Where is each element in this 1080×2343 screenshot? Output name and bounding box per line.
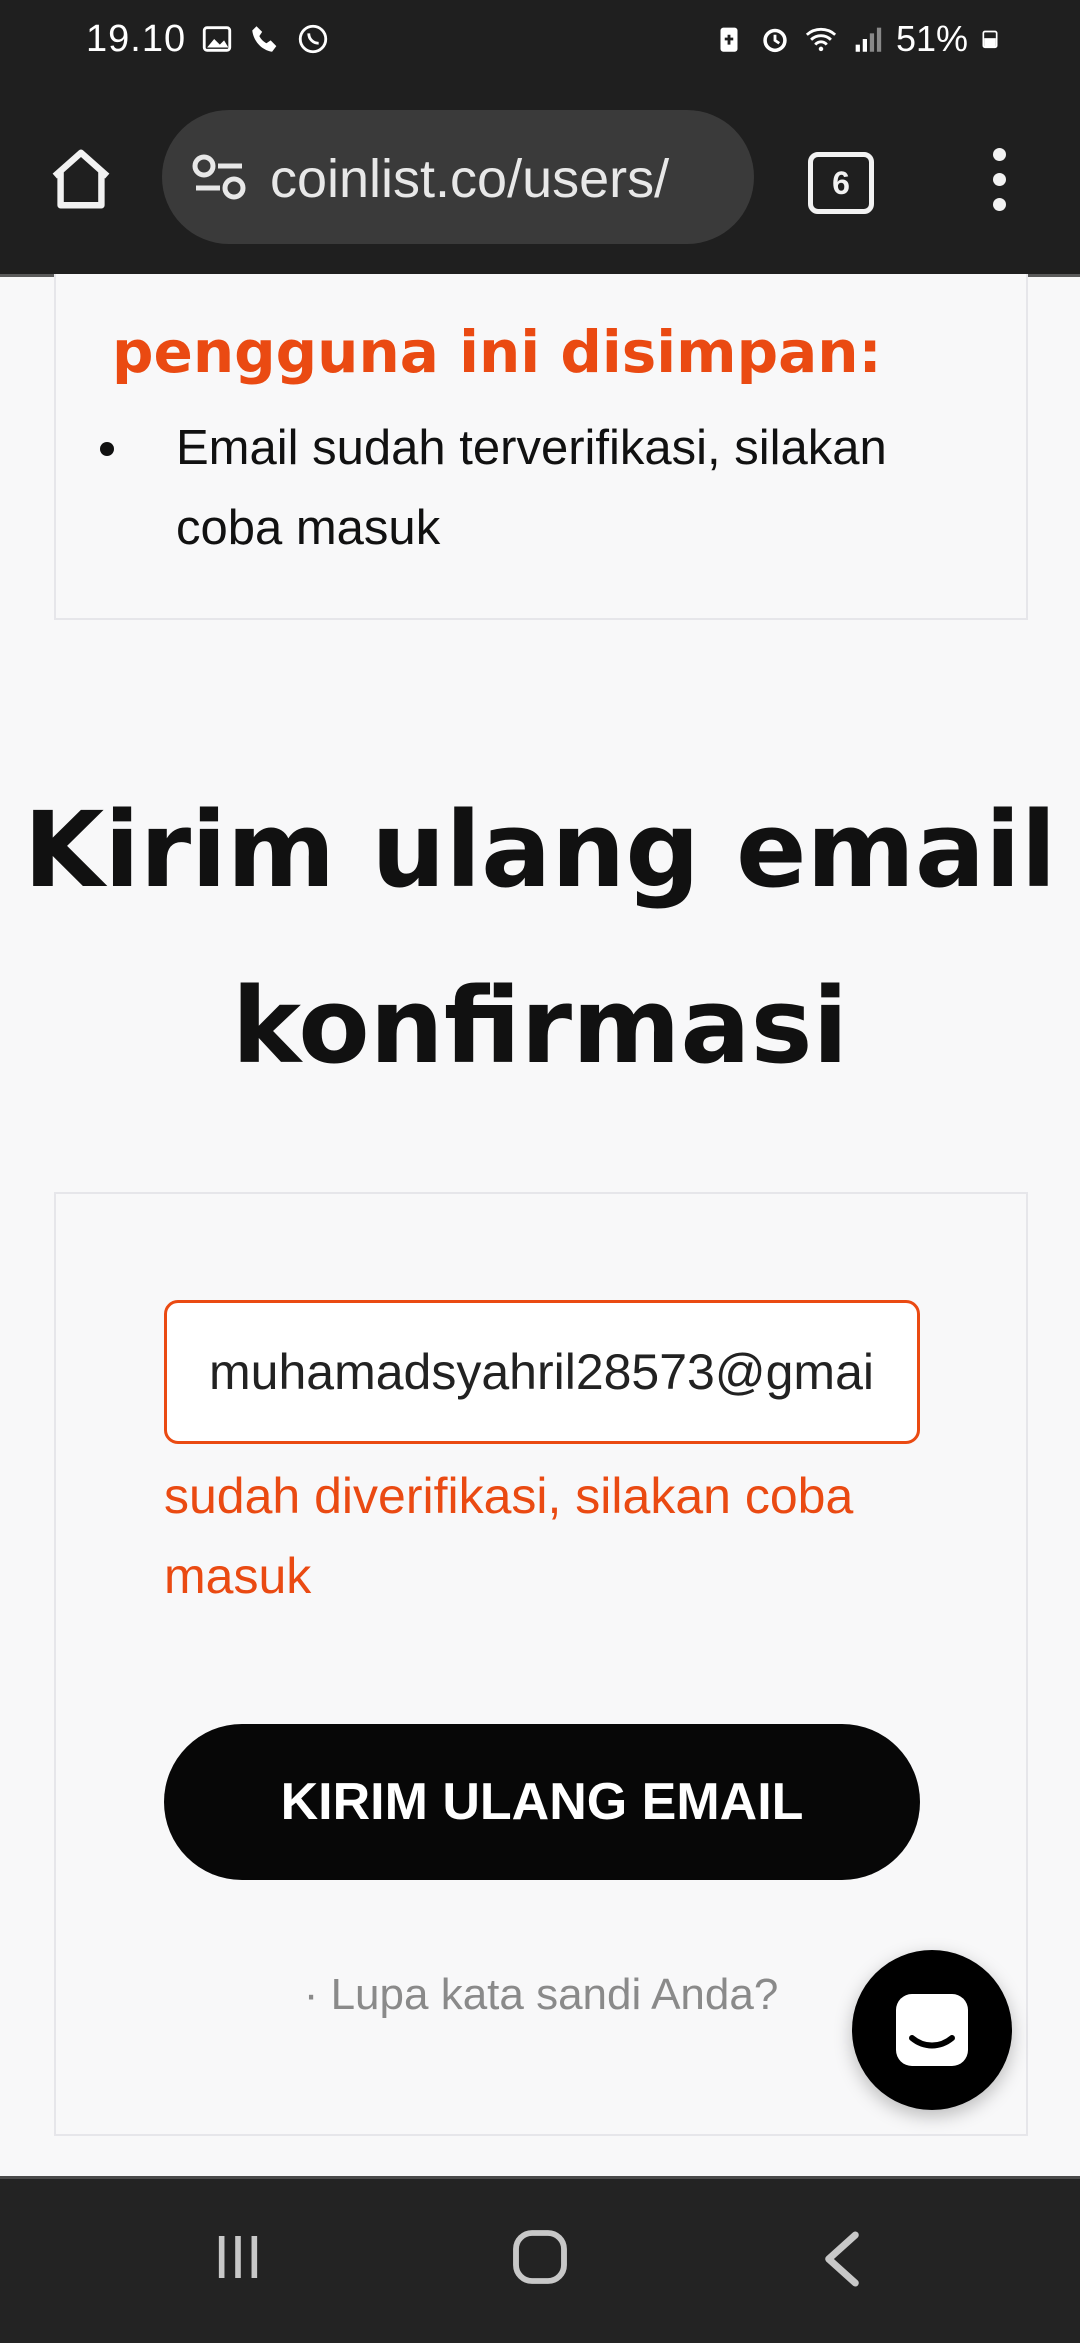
nav-home-icon[interactable] (508, 2225, 572, 2289)
alert-list: Email sudah terverifikasi, silakan coba … (100, 408, 986, 568)
alert-item: Email sudah terverifikasi, silakan coba … (100, 408, 986, 568)
tab-switcher-button[interactable]: 6 (808, 152, 874, 214)
error-alert: pengguna ini disimpan: Email sudah terve… (54, 274, 1028, 620)
signal-icon (855, 27, 882, 52)
system-icons: 51% (712, 18, 1000, 60)
chat-button[interactable] (852, 1950, 1012, 2110)
more-vert-icon[interactable] (984, 148, 1014, 218)
alert-title: pengguna ini disimpan: (112, 318, 882, 386)
url-text[interactable]: coinlist.co/users/ (270, 148, 740, 210)
email-field[interactable] (164, 1300, 920, 1444)
system-nav-bar (0, 2176, 1080, 2343)
battery-icon (982, 30, 998, 49)
alarm-icon (763, 28, 787, 53)
battery-saver-icon (720, 27, 738, 52)
page-title: Kirim ulang email konfirmasi (23, 789, 1057, 1087)
resend-email-button[interactable]: KIRIM ULANG EMAIL (164, 1724, 920, 1880)
gallery-icon (202, 26, 232, 52)
email-error: sudah diverifikasi, silakan coba masuk (164, 1468, 854, 1604)
recents-icon[interactable] (210, 2229, 266, 2285)
tune-icon[interactable] (192, 154, 246, 200)
whatsapp-icon (298, 24, 328, 54)
notification-icons (200, 22, 330, 56)
address-bar[interactable]: coinlist.co/users/ (162, 110, 754, 244)
phone-icon (252, 26, 277, 52)
back-icon[interactable] (818, 2227, 866, 2291)
home-icon[interactable] (46, 144, 116, 214)
battery-percent: 51% (895, 18, 968, 59)
chat-icon (896, 1994, 968, 2066)
status-bar: 19.10 51% (0, 0, 1080, 80)
wifi-icon (805, 27, 837, 52)
status-time: 19.10 (86, 18, 187, 60)
browser-toolbar: coinlist.co/users/ 6 (0, 80, 1080, 277)
